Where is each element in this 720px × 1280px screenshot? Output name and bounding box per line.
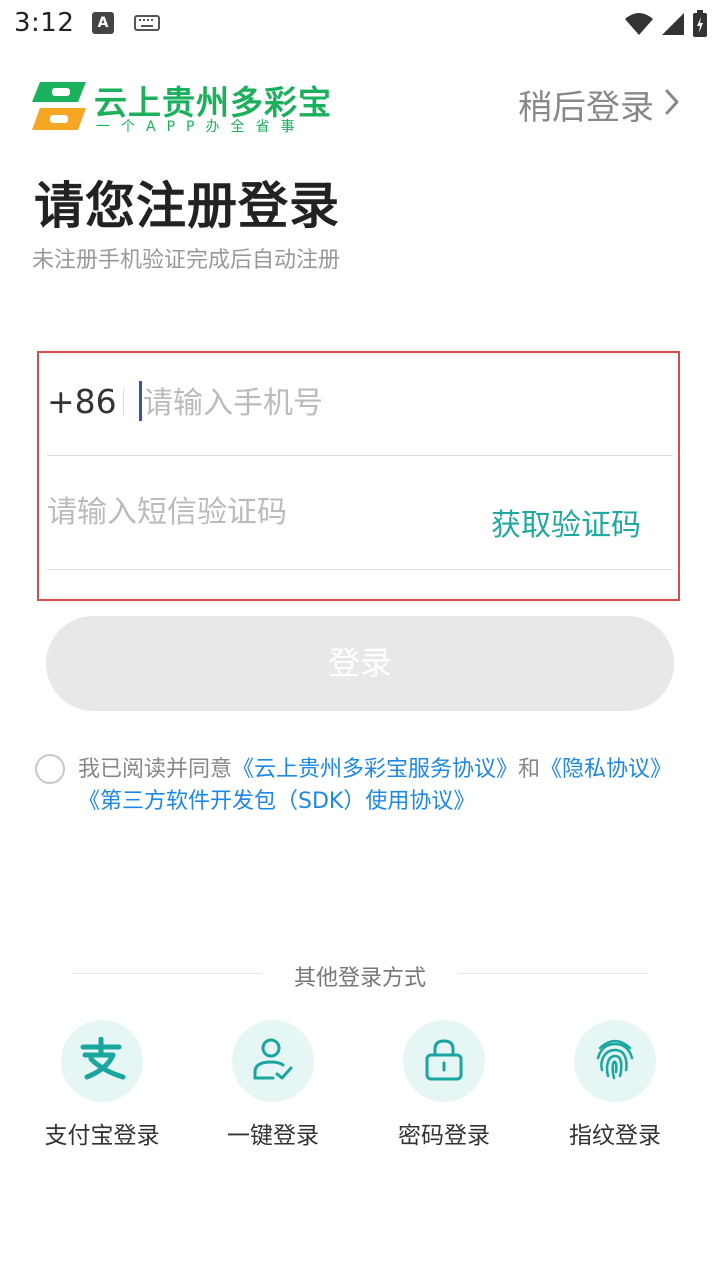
- divider: [123, 389, 124, 415]
- skip-login-link[interactable]: 稍后登录: [518, 80, 680, 129]
- method-label: 一键登录: [227, 1123, 319, 1149]
- status-time: 3:12: [14, 8, 75, 38]
- agreement-checkbox[interactable]: [35, 754, 65, 784]
- fingerprint-icon: [592, 1036, 638, 1086]
- one-click-login-button[interactable]: 一键登录: [193, 1020, 353, 1150]
- agreement-text: 我已阅读并同意《云上贵州多彩宝服务协议》和《隐私协议》《第三方软件开发包（SDK…: [78, 754, 698, 818]
- other-login-methods: 支付宝登录 一键登录 密码登录 指纹登录: [0, 1020, 720, 1150]
- sms-code-row: 获取验证码: [47, 456, 673, 570]
- user-check-icon: [251, 1036, 295, 1086]
- logo-slogan: 一个APP办全省事: [96, 119, 306, 135]
- cell-signal-icon: [660, 11, 686, 41]
- alipay-icon: [77, 1036, 127, 1085]
- agreement-prefix: 我已阅读并同意: [78, 757, 233, 782]
- password-login-button[interactable]: 密码登录: [364, 1020, 524, 1150]
- sms-code-input[interactable]: [47, 484, 447, 540]
- accessibility-icon: A: [92, 12, 114, 34]
- phone-input[interactable]: [143, 375, 663, 431]
- text-cursor: [139, 381, 142, 421]
- get-code-button[interactable]: 获取验证码: [491, 500, 641, 544]
- page-subtitle: 未注册手机验证完成后自动注册: [32, 248, 341, 273]
- lock-icon: [423, 1037, 465, 1085]
- agreement-conjunction: 和: [518, 757, 541, 782]
- page-title: 请您注册登录: [34, 177, 340, 235]
- chevron-right-icon: [664, 85, 680, 125]
- login-button[interactable]: 登录: [46, 616, 674, 711]
- alipay-login-button[interactable]: 支付宝登录: [22, 1020, 182, 1150]
- country-code[interactable]: +86: [47, 382, 117, 421]
- other-login-divider: 其他登录方式: [72, 958, 648, 991]
- fingerprint-login-button[interactable]: 指纹登录: [535, 1020, 695, 1150]
- app-logo: 云上贵州多彩宝 一个APP办全省事: [30, 74, 331, 136]
- method-label: 指纹登录: [569, 1123, 661, 1149]
- method-label: 密码登录: [398, 1123, 490, 1149]
- status-bar: 3:12 A: [0, 0, 720, 48]
- login-form: +86 获取验证码: [37, 351, 680, 601]
- other-login-label: 其他登录方式: [293, 966, 426, 991]
- phone-row: +86: [47, 353, 673, 456]
- logo-mark-icon: [30, 80, 88, 136]
- divider: [458, 973, 648, 974]
- battery-icon: [692, 10, 708, 42]
- method-label: 支付宝登录: [44, 1123, 160, 1149]
- wifi-icon: [624, 11, 654, 41]
- service-agreement-link[interactable]: 《云上贵州多彩宝服务协议》: [232, 757, 518, 782]
- privacy-policy-link[interactable]: 《隐私协议》: [540, 757, 672, 782]
- skip-login-label: 稍后登录: [518, 88, 654, 128]
- sdk-agreement-link[interactable]: 《第三方软件开发包（SDK）使用协议》: [78, 789, 475, 814]
- keyboard-icon: [134, 15, 160, 35]
